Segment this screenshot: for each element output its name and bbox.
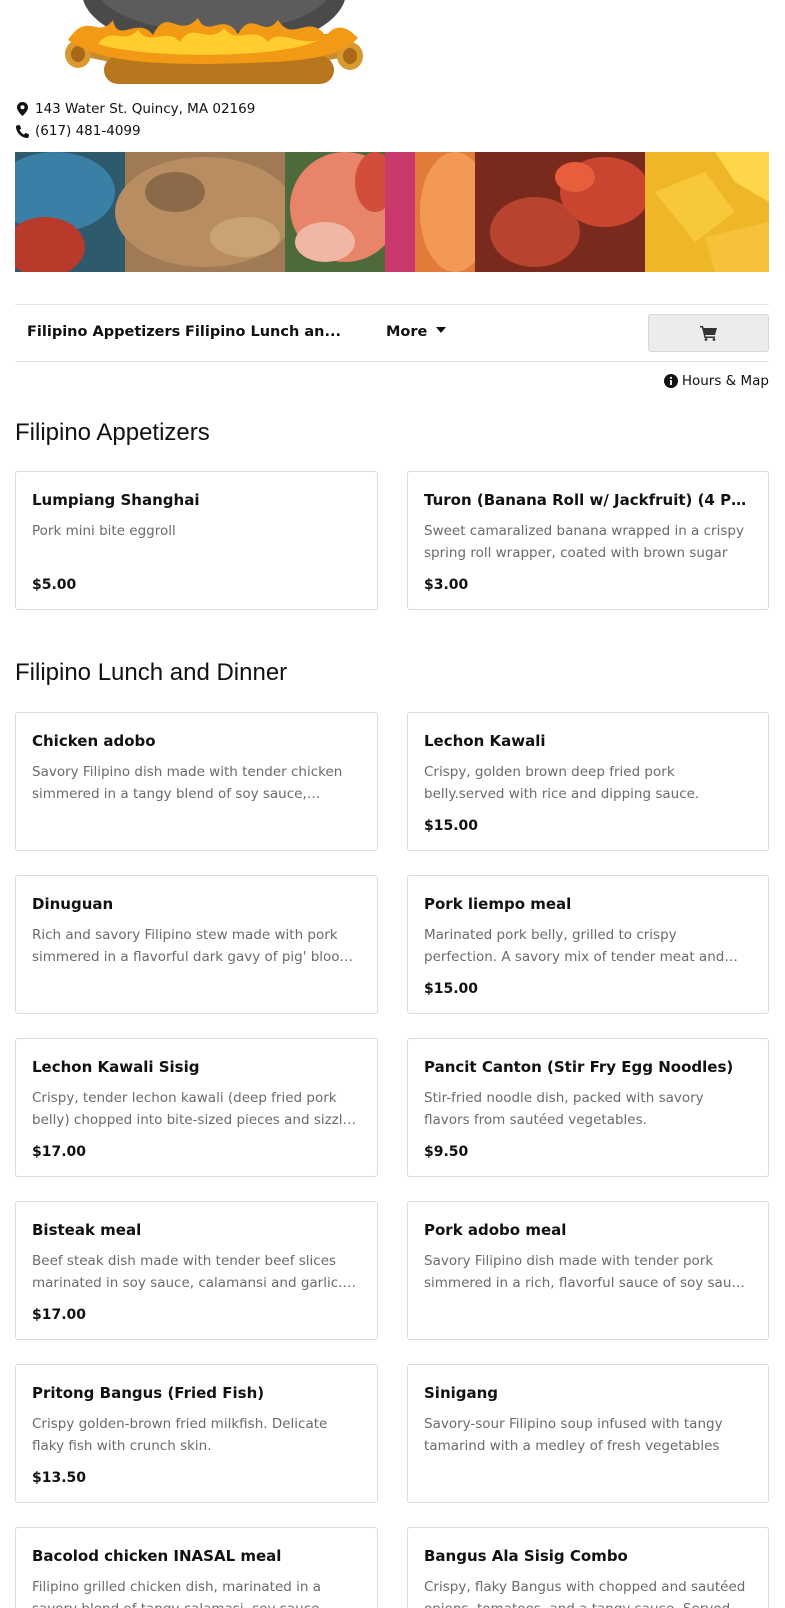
menu-item-card[interactable]: Lechon Kawali Sisig Crispy, tender lecho…	[15, 1038, 378, 1177]
menu-item-price: $17.00	[32, 1307, 87, 1323]
menu-item-description: Beef steak dish made with tender beef sl…	[32, 1253, 343, 1291]
menu-item-description: Savory Filipino dish made with tender po…	[424, 1253, 752, 1291]
menu-item-description: Pork mini bite eggroll	[32, 523, 176, 539]
menu-item-description: Rich and savory Filipino stew made with …	[32, 927, 353, 965]
shopping-cart-icon	[699, 326, 717, 341]
menu-item-name: Pancit Canton (Stir Fry Egg Noodles)	[424, 1058, 734, 1076]
food-banner-image	[15, 152, 769, 272]
nav-more-label: More	[386, 324, 428, 340]
nav-item-filipino-lunch-dinner[interactable]: Filipino Lunch an...	[185, 324, 341, 340]
menu-item-name: Pork adobo meal	[424, 1221, 567, 1239]
menu-item-price: $13.50	[32, 1470, 87, 1486]
menu-item-name: Chicken adobo	[32, 732, 156, 750]
menu-item-card[interactable]: Pritong Bangus (Fried Fish) Crispy golde…	[15, 1364, 378, 1503]
restaurant-logo	[65, 0, 363, 84]
menu-item-card[interactable]: Dinuguan Rich and savory Filipino stew m…	[15, 875, 378, 1014]
menu-item-description: Stir-fried noodle dish, packed with savo…	[424, 1090, 704, 1128]
category-nav: Filipino Appetizers Filipino Lunch an...…	[15, 304, 769, 362]
menu-item-price: $3.00	[424, 577, 469, 593]
menu-item-name: Turon (Banana Roll w/ Jackfruit) (4 PCS)	[424, 491, 752, 509]
phone-text: (617) 481-4099	[35, 123, 141, 139]
menu-item-card[interactable]: Sinigang Savory-sour Filipino soup infus…	[407, 1364, 769, 1503]
menu-item-price: $5.00	[32, 577, 77, 593]
menu-item-name: Sinigang	[424, 1384, 499, 1402]
menu-item-price: $17.00	[32, 1144, 87, 1160]
menu-item-card[interactable]: Lumpiang Shanghai Pork mini bite eggroll…	[15, 471, 378, 610]
menu-item-card[interactable]: Bisteak meal Beef steak dish made with t…	[15, 1201, 378, 1340]
menu-item-name: Bangus Ala Sisig Combo	[424, 1547, 628, 1565]
address-line[interactable]: 143 Water St. Quincy, MA 02169	[15, 101, 255, 117]
caret-down-icon	[436, 327, 447, 333]
hours-map-label: Hours & Map	[681, 373, 769, 389]
menu-item-name: Lechon Kawali	[424, 732, 546, 750]
menu-item-name: Lumpiang Shanghai	[32, 491, 200, 509]
menu-item-card[interactable]: Turon (Banana Roll w/ Jackfruit) (4 PCS)…	[407, 471, 769, 610]
menu-item-card[interactable]: Pork liempo meal Marinated pork belly, g…	[407, 875, 769, 1014]
section-title-lunch-dinner: Filipino Lunch and Dinner	[15, 659, 288, 686]
menu-item-description: Crispy, golden brown deep fried pork bel…	[424, 764, 700, 802]
menu-item-description: Savory-sour Filipino soup infused with t…	[424, 1416, 723, 1454]
menu-item-name: Pritong Bangus (Fried Fish)	[32, 1384, 265, 1402]
menu-item-name: Bisteak meal	[32, 1221, 142, 1239]
menu-item-price: $15.00	[424, 818, 479, 834]
menu-item-card[interactable]: Chicken adobo Savory Filipino dish made …	[15, 712, 378, 851]
menu-item-price: $15.00	[424, 981, 479, 997]
menu-item-name: Dinuguan	[32, 895, 114, 913]
menu-item-card[interactable]: Lechon Kawali Crispy, golden brown deep …	[407, 712, 769, 851]
phone-icon	[15, 124, 29, 138]
section-title-appetizers: Filipino Appetizers	[15, 419, 210, 446]
menu-item-description: Crispy golden-brown fried milkfish. Deli…	[32, 1416, 328, 1454]
menu-item-description: Crispy, flaky Bangus with chopped and sa…	[424, 1579, 746, 1608]
menu-item-card[interactable]: Pancit Canton (Stir Fry Egg Noodles) Sti…	[407, 1038, 769, 1177]
menu-item-description: Marinated pork belly, grilled to crispy …	[424, 927, 725, 965]
nav-item-filipino-appetizers[interactable]: Filipino Appetizers	[27, 324, 180, 340]
menu-item-description: Crispy, tender lechon kawali (deep fried…	[32, 1090, 360, 1128]
map-marker-icon	[15, 102, 29, 116]
menu-item-card[interactable]: Bacolod chicken INASAL meal Filipino gri…	[15, 1527, 378, 1608]
menu-item-price: $9.50	[424, 1144, 469, 1160]
address-text: 143 Water St. Quincy, MA 02169	[35, 101, 256, 117]
menu-item-description: Sweet camaralized banana wrapped in a cr…	[424, 523, 744, 561]
nav-more-dropdown[interactable]: More	[386, 324, 447, 340]
menu-item-description: Filipino grilled chicken dish, marinated…	[32, 1579, 324, 1608]
menu-item-card[interactable]: Pork adobo meal Savory Filipino dish mad…	[407, 1201, 769, 1340]
info-circle-icon	[663, 374, 678, 388]
menu-item-card[interactable]: Bangus Ala Sisig Combo Crispy, flaky Ban…	[407, 1527, 769, 1608]
hours-map-link[interactable]: Hours & Map	[663, 373, 769, 389]
phone-line[interactable]: (617) 481-4099	[15, 123, 141, 139]
cart-button[interactable]	[648, 314, 769, 352]
menu-item-name: Pork liempo meal	[424, 895, 572, 913]
menu-item-name: Bacolod chicken INASAL meal	[32, 1547, 282, 1565]
menu-item-description: Savory Filipino dish made with tender ch…	[32, 764, 343, 802]
menu-item-name: Lechon Kawali Sisig	[32, 1058, 200, 1076]
